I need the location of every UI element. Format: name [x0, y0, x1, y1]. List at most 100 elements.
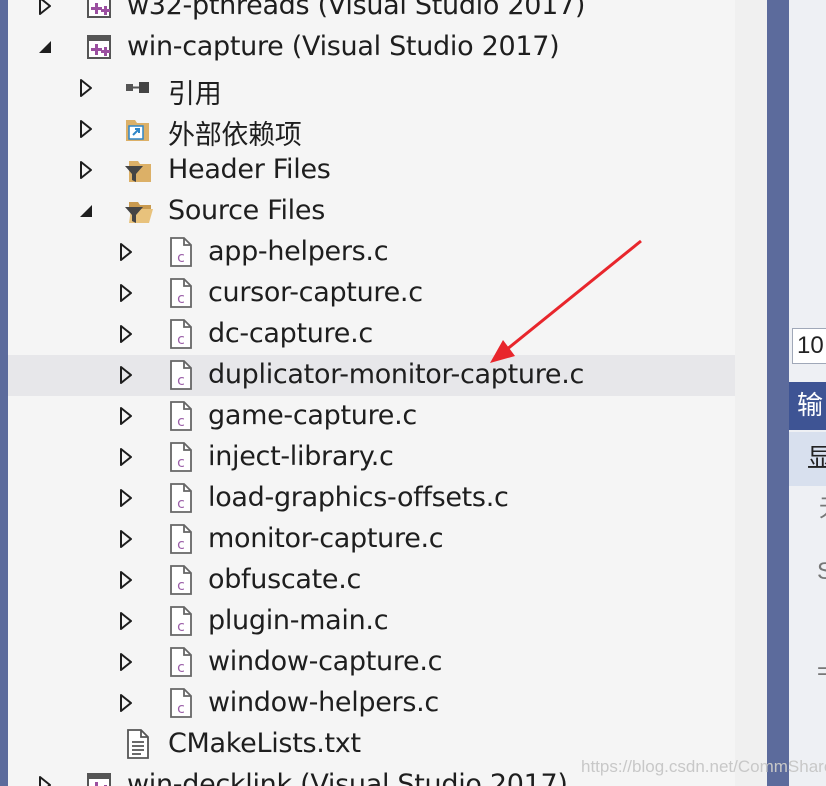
- c-file-icon: c: [166, 277, 196, 309]
- external-dependencies-icon: [123, 113, 153, 145]
- tree-item-label: 引用: [168, 79, 222, 110]
- tree-item-label: w32-pthreads (Visual Studio 2017): [127, 0, 586, 21]
- tree-item-label: dc-capture.c: [208, 318, 373, 349]
- tree-item[interactable]: 外部依赖项: [8, 109, 735, 151]
- tree-item-label: load-graphics-offsets.c: [208, 482, 509, 513]
- tree-item[interactable]: c dc-capture.c: [8, 314, 735, 355]
- project-icon: [85, 31, 115, 63]
- svg-text:c: c: [177, 701, 185, 717]
- pane-divider[interactable]: [767, 0, 789, 786]
- tree-item[interactable]: c load-graphics-offsets.c: [8, 478, 735, 519]
- tree-item[interactable]: c obfuscate.c: [8, 560, 735, 601]
- references-icon: [123, 72, 153, 104]
- c-file-icon: c: [166, 441, 196, 473]
- tree-item[interactable]: c monitor-capture.c: [8, 519, 735, 560]
- text-file-icon: [123, 728, 153, 760]
- tree-item-label: plugin-main.c: [208, 605, 389, 636]
- tree-item-label: duplicator-monitor-capture.c: [208, 359, 585, 390]
- tree-item-label: win-decklink (Visual Studio 2017): [127, 769, 568, 786]
- svg-text:c: c: [177, 291, 185, 307]
- tree-item[interactable]: c plugin-main.c: [8, 601, 735, 642]
- tree-item-label: Source Files: [168, 195, 325, 226]
- expand-arrow-icon[interactable]: [118, 652, 134, 672]
- c-file-icon: c: [166, 687, 196, 719]
- c-file-icon: c: [166, 236, 196, 268]
- c-file-icon: c: [166, 523, 196, 555]
- tree-item-label: CMakeLists.txt: [168, 728, 361, 759]
- collapse-arrow-icon[interactable]: [78, 201, 94, 221]
- svg-text:c: c: [177, 373, 185, 389]
- expand-arrow-icon[interactable]: [118, 283, 134, 303]
- svg-text:c: c: [177, 455, 185, 471]
- tree-item-label: monitor-capture.c: [208, 523, 444, 554]
- zoom-input[interactable]: 10: [792, 328, 826, 364]
- tree-item[interactable]: win-capture (Visual Studio 2017): [8, 27, 735, 68]
- expand-arrow-icon[interactable]: [118, 611, 134, 631]
- expand-arrow-icon[interactable]: [78, 119, 94, 139]
- tree-item-label: inject-library.c: [208, 441, 394, 472]
- tree-item[interactable]: Header Files: [8, 150, 735, 191]
- tree-item[interactable]: c cursor-capture.c: [8, 273, 735, 314]
- c-file-icon: c: [166, 318, 196, 350]
- tree-item[interactable]: Source Files: [8, 191, 735, 232]
- tree-item[interactable]: c window-helpers.c: [8, 683, 735, 724]
- expand-arrow-icon[interactable]: [78, 160, 94, 180]
- tree-item[interactable]: 引用: [8, 68, 735, 110]
- tree-item[interactable]: c duplicator-monitor-capture.c: [8, 355, 735, 396]
- tree-item[interactable]: c inject-library.c: [8, 437, 735, 478]
- collapse-arrow-icon[interactable]: [37, 37, 53, 57]
- svg-text:c: c: [177, 332, 185, 348]
- show-output-button[interactable]: 显: [789, 432, 826, 486]
- tree-item-label: game-capture.c: [208, 400, 417, 431]
- project-icon: [85, 769, 115, 786]
- svg-text:c: c: [177, 250, 185, 266]
- expand-arrow-icon[interactable]: [37, 775, 53, 786]
- expand-arrow-icon[interactable]: [118, 570, 134, 590]
- expand-arrow-icon[interactable]: [118, 406, 134, 426]
- filter-folder-open-icon: [123, 195, 153, 227]
- tree-item-label: 外部依赖项: [168, 120, 302, 151]
- svg-text:c: c: [177, 619, 185, 635]
- tree-item-label: Header Files: [168, 154, 331, 185]
- expand-arrow-icon[interactable]: [118, 324, 134, 344]
- expand-arrow-icon[interactable]: [118, 242, 134, 262]
- svg-text:c: c: [177, 660, 185, 676]
- expand-arrow-icon[interactable]: [118, 488, 134, 508]
- right-pane: 10 输 显 无 S =: [789, 0, 826, 786]
- output-tab[interactable]: 输: [789, 382, 826, 430]
- c-file-icon: c: [166, 482, 196, 514]
- solution-explorer-tree: w32-pthreads (Visual Studio 2017) win-cap…: [8, 0, 735, 786]
- c-file-icon: c: [166, 605, 196, 637]
- output-text-fragment: =: [817, 658, 826, 685]
- svg-text:c: c: [177, 537, 185, 553]
- tree-item-label: cursor-capture.c: [208, 277, 423, 308]
- svg-text:c: c: [177, 496, 185, 512]
- tree-item-label: window-helpers.c: [208, 687, 439, 718]
- expand-arrow-icon[interactable]: [37, 0, 53, 16]
- tree-item[interactable]: c app-helpers.c: [8, 232, 735, 273]
- right-pane-top: [789, 0, 826, 320]
- project-icon: [85, 0, 115, 22]
- svg-text:c: c: [177, 578, 185, 594]
- output-text-fragment: 无: [819, 488, 826, 523]
- expand-arrow-icon[interactable]: [118, 365, 134, 385]
- svg-text:c: c: [177, 414, 185, 430]
- c-file-icon: c: [166, 564, 196, 596]
- c-file-icon: c: [166, 359, 196, 391]
- tree-item-label: win-capture (Visual Studio 2017): [127, 31, 560, 62]
- tree-item[interactable]: c game-capture.c: [8, 396, 735, 437]
- expand-arrow-icon[interactable]: [118, 693, 134, 713]
- c-file-icon: c: [166, 400, 196, 432]
- expand-arrow-icon[interactable]: [78, 78, 94, 98]
- watermark: https://blog.csdn.net/CommShare: [581, 757, 826, 776]
- output-text-fragment: S: [817, 558, 826, 585]
- expand-arrow-icon[interactable]: [118, 529, 134, 549]
- filter-folder-icon: [123, 154, 153, 186]
- tree-item-label: obfuscate.c: [208, 564, 362, 595]
- tree-scrollbar[interactable]: [735, 0, 767, 786]
- c-file-icon: c: [166, 646, 196, 678]
- tree-item-label: app-helpers.c: [208, 236, 389, 267]
- tree-item[interactable]: c window-capture.c: [8, 642, 735, 683]
- tree-item[interactable]: w32-pthreads (Visual Studio 2017): [8, 0, 735, 27]
- expand-arrow-icon[interactable]: [118, 447, 134, 467]
